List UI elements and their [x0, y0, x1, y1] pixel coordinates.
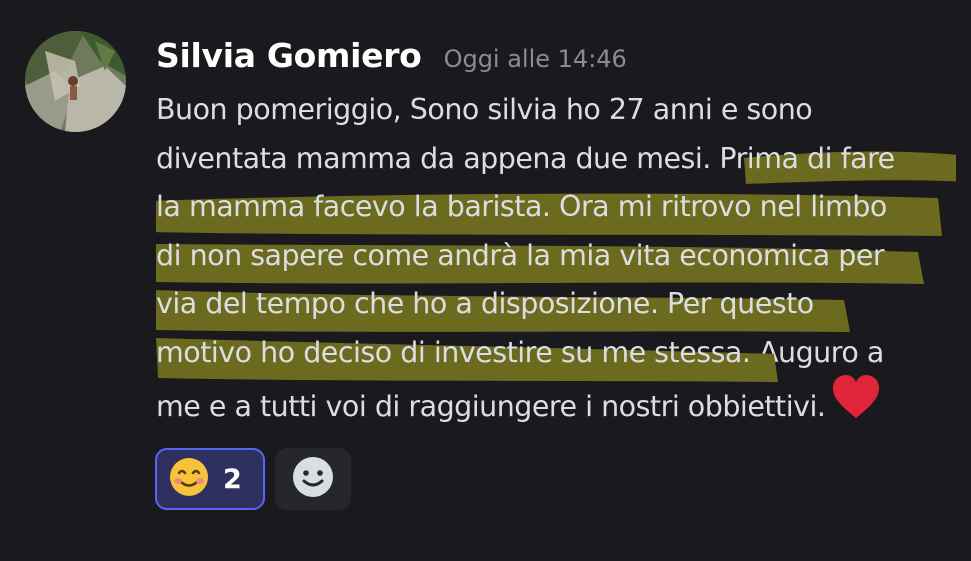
add-reaction-button[interactable] — [275, 448, 351, 510]
avatar[interactable] — [25, 31, 126, 132]
add-reaction-icon — [291, 455, 335, 503]
reactions-bar: 2 — [155, 448, 351, 510]
author-name[interactable]: Silvia Gomiero — [156, 36, 422, 75]
highlighted-text: la mamma facevo la barista. Ora mi ritro… — [156, 190, 887, 223]
highlighted-text: Prima di fare — [719, 141, 895, 175]
highlighted-text: via del tempo che ho a disposizione. Per… — [156, 287, 814, 320]
highlighted-text: di non sapere come andrà la mia vita eco… — [156, 238, 885, 272]
reaction-smile[interactable]: 2 — [155, 448, 265, 510]
chat-message: Silvia Gomiero Oggi alle 14:46 Buon pome… — [0, 0, 971, 561]
reaction-count: 2 — [223, 463, 242, 495]
message-timestamp: Oggi alle 14:46 — [443, 45, 627, 73]
message-header: Silvia Gomiero Oggi alle 14:46 — [156, 36, 627, 75]
avatar-photo — [25, 31, 126, 132]
smiling-face-with-smiling-eyes-icon — [169, 457, 209, 501]
highlighted-text: motivo ho deciso di investire su me stes… — [156, 335, 751, 369]
message-content: Buon pomeriggio, Sono silvia ho 27 anni … — [156, 86, 956, 426]
heart-emoji — [831, 374, 881, 436]
